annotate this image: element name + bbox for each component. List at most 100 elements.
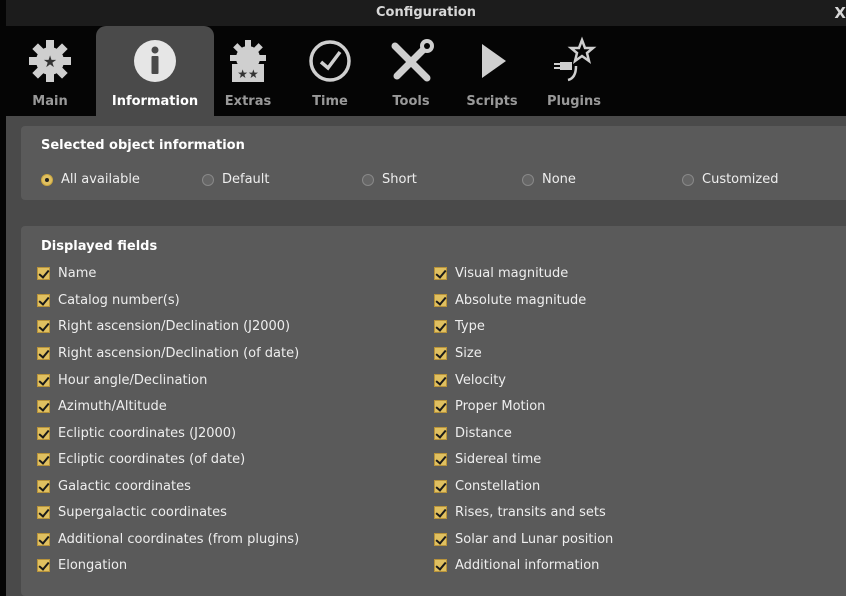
gear-stars-icon: ★★ bbox=[230, 40, 266, 82]
radio-customized[interactable]: Customized bbox=[682, 172, 779, 187]
field-absolute-magnitude-checkbox[interactable]: Absolute magnitude bbox=[434, 291, 586, 309]
field-supergalactic-checkbox[interactable]: Supergalactic coordinates bbox=[37, 503, 227, 521]
field-label: Proper Motion bbox=[455, 398, 546, 414]
title-bar: Configuration X bbox=[6, 0, 846, 26]
svg-text:★★: ★★ bbox=[237, 67, 259, 81]
field-constellation-checkbox[interactable]: Constellation bbox=[434, 477, 540, 495]
close-button[interactable]: X bbox=[834, 4, 846, 22]
checkbox-checked-icon bbox=[37, 558, 50, 572]
field-elongation-checkbox[interactable]: Elongation bbox=[37, 556, 127, 574]
field-ecliptic-j2000-checkbox[interactable]: Ecliptic coordinates (J2000) bbox=[37, 424, 236, 442]
field-proper-motion-checkbox[interactable]: Proper Motion bbox=[434, 397, 545, 415]
field-additional-information-checkbox[interactable]: Additional information bbox=[434, 556, 599, 574]
tab-scripts-label: Scripts bbox=[466, 94, 518, 109]
field-solar-lunar-position-checkbox[interactable]: Solar and Lunar position bbox=[434, 530, 613, 548]
radio-default[interactable]: Default bbox=[202, 172, 270, 187]
information-page: Selected object information All availabl… bbox=[6, 116, 846, 596]
svg-text:★: ★ bbox=[43, 52, 57, 71]
field-label: Distance bbox=[455, 425, 512, 441]
window-title: Configuration bbox=[376, 5, 476, 20]
radio-customized-label: Customized bbox=[702, 172, 779, 187]
field-ra-dec-of-date-checkbox[interactable]: Right ascension/Declination (of date) bbox=[37, 344, 299, 362]
radio-short-indicator bbox=[362, 173, 374, 186]
field-label: Elongation bbox=[58, 557, 128, 573]
field-hour-angle-checkbox[interactable]: Hour angle/Declination bbox=[37, 371, 207, 389]
radio-none[interactable]: None bbox=[522, 172, 576, 187]
checkbox-checked-icon bbox=[37, 399, 50, 413]
displayed-fields-title: Displayed fields bbox=[41, 239, 158, 254]
field-label: Right ascension/Declination (J2000) bbox=[58, 318, 291, 334]
checkbox-checked-icon bbox=[434, 293, 447, 307]
tab-plugins[interactable]: Plugins bbox=[534, 26, 614, 116]
checkbox-checked-icon bbox=[434, 346, 447, 360]
radio-customized-indicator bbox=[682, 173, 694, 186]
field-velocity-checkbox[interactable]: Velocity bbox=[434, 371, 506, 389]
plug-star-icon bbox=[554, 36, 597, 82]
field-label: Hour angle/Declination bbox=[58, 372, 208, 388]
radio-default-label: Default bbox=[222, 172, 270, 187]
radio-all-available-label: All available bbox=[61, 172, 140, 187]
field-label: Velocity bbox=[455, 372, 506, 388]
field-label: Catalog number(s) bbox=[58, 292, 180, 308]
gear-star-icon: ★ bbox=[29, 40, 71, 82]
checkbox-checked-icon bbox=[434, 505, 447, 519]
field-azimuth-altitude-checkbox[interactable]: Azimuth/Altitude bbox=[37, 397, 167, 415]
checkbox-checked-icon bbox=[37, 505, 50, 519]
field-rises-transits-sets-checkbox[interactable]: Rises, transits and sets bbox=[434, 503, 606, 521]
checkbox-checked-icon bbox=[434, 532, 447, 546]
tab-main-label: Main bbox=[32, 94, 68, 109]
field-label: Azimuth/Altitude bbox=[58, 398, 167, 414]
field-sidereal-time-checkbox[interactable]: Sidereal time bbox=[434, 450, 541, 468]
checkbox-checked-icon bbox=[37, 346, 50, 360]
checkbox-checked-icon bbox=[37, 293, 50, 307]
field-label: Rises, transits and sets bbox=[455, 504, 606, 520]
tools-icon bbox=[391, 39, 434, 82]
field-label: Constellation bbox=[455, 478, 541, 494]
field-label: Name bbox=[58, 265, 97, 281]
field-galactic-checkbox[interactable]: Galactic coordinates bbox=[37, 477, 191, 495]
radio-none-indicator bbox=[522, 173, 534, 186]
radio-all-available[interactable]: All available bbox=[41, 172, 140, 187]
field-name-checkbox[interactable]: Name bbox=[37, 264, 96, 282]
field-ra-dec-j2000-checkbox[interactable]: Right ascension/Declination (J2000) bbox=[37, 317, 290, 335]
radio-none-label: None bbox=[542, 172, 576, 187]
field-label: Additional coordinates (from plugins) bbox=[58, 531, 300, 547]
checkbox-checked-icon bbox=[434, 399, 447, 413]
field-label: Solar and Lunar position bbox=[455, 531, 614, 547]
field-catalog-number-checkbox[interactable]: Catalog number(s) bbox=[37, 291, 180, 309]
radio-default-indicator bbox=[202, 173, 214, 186]
field-ecliptic-of-date-checkbox[interactable]: Ecliptic coordinates (of date) bbox=[37, 450, 245, 468]
tab-time-label: Time bbox=[312, 94, 348, 109]
tab-main[interactable]: ★ Main bbox=[6, 26, 94, 116]
field-label: Supergalactic coordinates bbox=[58, 504, 227, 520]
field-visual-magnitude-checkbox[interactable]: Visual magnitude bbox=[434, 264, 568, 282]
clock-icon bbox=[309, 40, 351, 82]
checkbox-checked-icon bbox=[37, 319, 50, 333]
field-size-checkbox[interactable]: Size bbox=[434, 344, 482, 362]
tab-information[interactable]: Information bbox=[96, 26, 214, 116]
checkbox-checked-icon bbox=[434, 426, 447, 440]
tab-bar: ★ Main Information ★★ Extras Time Tools … bbox=[6, 26, 846, 116]
field-label: Type bbox=[455, 318, 485, 334]
tab-tools[interactable]: Tools bbox=[374, 26, 448, 116]
tab-extras[interactable]: ★★ Extras bbox=[216, 26, 280, 116]
field-label: Sidereal time bbox=[455, 451, 542, 467]
field-label: Ecliptic coordinates (of date) bbox=[58, 451, 246, 467]
tab-information-label: Information bbox=[111, 94, 199, 109]
info-icon bbox=[134, 40, 176, 82]
tab-time[interactable]: Time bbox=[288, 26, 372, 116]
radio-short[interactable]: Short bbox=[362, 172, 417, 187]
field-additional-coordinates-checkbox[interactable]: Additional coordinates (from plugins) bbox=[37, 530, 299, 548]
play-icon bbox=[482, 44, 506, 78]
field-label: Right ascension/Declination (of date) bbox=[58, 345, 300, 361]
field-distance-checkbox[interactable]: Distance bbox=[434, 424, 512, 442]
field-label: Ecliptic coordinates (J2000) bbox=[58, 425, 237, 441]
selected-object-title: Selected object information bbox=[41, 138, 245, 153]
tab-extras-label: Extras bbox=[224, 94, 272, 109]
field-type-checkbox[interactable]: Type bbox=[434, 317, 485, 335]
tab-scripts[interactable]: Scripts bbox=[454, 26, 530, 116]
checkbox-checked-icon bbox=[434, 319, 447, 333]
displayed-fields-group: Displayed fields Name Catalog number(s) … bbox=[21, 226, 846, 596]
checkbox-checked-icon bbox=[37, 266, 50, 280]
checkbox-checked-icon bbox=[37, 426, 50, 440]
